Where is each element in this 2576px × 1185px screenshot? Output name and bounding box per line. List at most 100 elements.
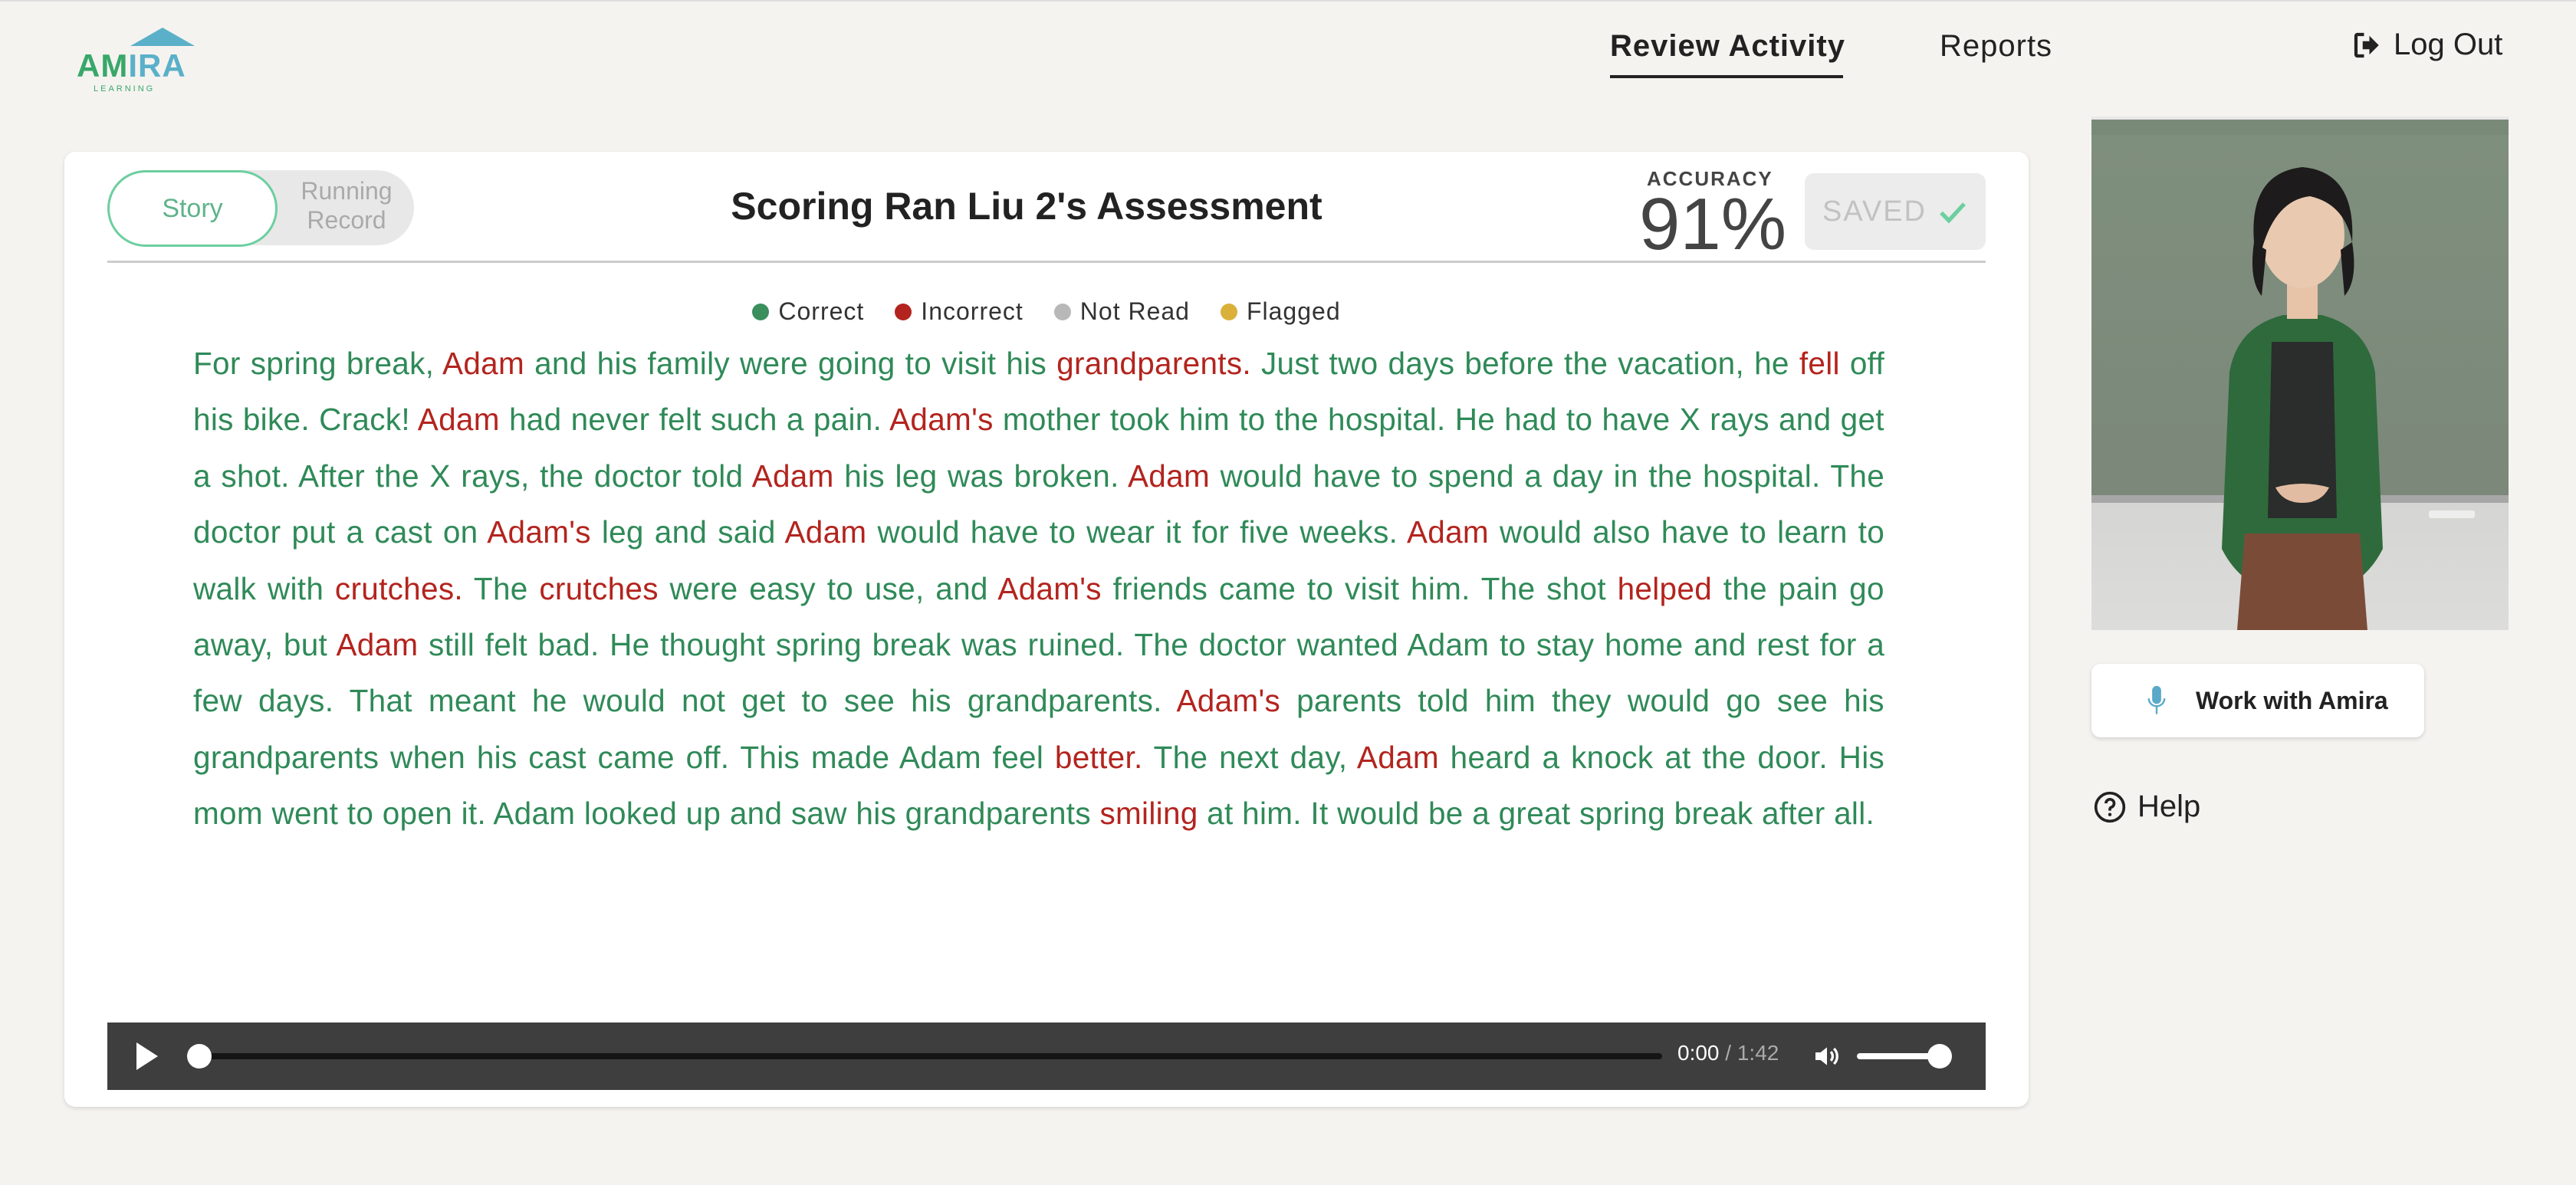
story-word[interactable]: him (1485, 683, 1536, 718)
story-word[interactable]: to (1239, 402, 1265, 437)
story-word[interactable]: before (1464, 346, 1554, 381)
story-word[interactable]: wanted (1297, 627, 1398, 662)
story-word[interactable]: a (193, 458, 211, 494)
story-word[interactable]: to (1500, 627, 1526, 662)
story-word[interactable]: X (429, 458, 450, 494)
story-word[interactable]: Adam (1407, 514, 1489, 550)
story-word[interactable]: away, (193, 627, 273, 662)
story-word[interactable]: have (971, 514, 1039, 550)
story-word[interactable]: heard (1451, 740, 1531, 775)
story-word[interactable]: in (1614, 458, 1638, 494)
story-word[interactable]: have (1602, 402, 1670, 437)
amira-logo[interactable]: AMIRA LEARNING (77, 28, 207, 94)
story-word[interactable]: going (818, 346, 895, 381)
story-word[interactable]: shot. (221, 458, 289, 494)
story-word[interactable]: on (443, 514, 478, 550)
story-word[interactable]: told (1418, 683, 1469, 718)
story-word[interactable]: Adam (336, 627, 418, 662)
story-word[interactable]: bike. (243, 402, 310, 437)
story-word[interactable]: he (1754, 346, 1789, 381)
story-word[interactable]: with (268, 571, 324, 606)
audio-seek-bar[interactable] (187, 1044, 1662, 1068)
story-word[interactable]: Adam (442, 346, 524, 381)
story-word[interactable]: had (509, 402, 561, 437)
story-word[interactable]: spring (251, 346, 337, 381)
story-word[interactable]: was (948, 458, 1004, 494)
story-word[interactable]: break (872, 627, 951, 662)
story-word[interactable]: Adam's (889, 402, 994, 437)
story-word[interactable]: doctor (193, 514, 281, 550)
story-word[interactable]: looked (584, 796, 677, 831)
story-word[interactable]: After (298, 458, 365, 494)
saved-button[interactable]: SAVED (1805, 173, 1986, 250)
story-word[interactable]: doctor (1199, 627, 1286, 662)
story-word[interactable]: the (1702, 740, 1746, 775)
story-word[interactable]: Adam's (1176, 683, 1280, 718)
story-word[interactable]: days. (258, 683, 334, 718)
story-word[interactable]: Crack! (319, 402, 410, 437)
story-word[interactable]: put (291, 514, 335, 550)
story-word[interactable]: off (1850, 346, 1884, 381)
story-word[interactable]: to (1566, 402, 1592, 437)
story-word[interactable]: had (1504, 402, 1556, 437)
story-word[interactable]: thought (660, 627, 765, 662)
story-word[interactable]: smiling (1099, 796, 1198, 831)
story-word[interactable]: leg (602, 514, 644, 550)
story-word[interactable]: it (1165, 514, 1181, 550)
story-word[interactable]: it. (462, 796, 486, 831)
story-word[interactable]: the (376, 458, 419, 494)
help-link[interactable]: Help (2093, 789, 2200, 824)
story-word[interactable]: such (711, 402, 777, 437)
story-word[interactable]: visit (1345, 571, 1399, 606)
story-word[interactable]: and (1779, 402, 1831, 437)
story-word[interactable]: and (534, 346, 586, 381)
story-word[interactable]: Adam's (487, 514, 591, 550)
story-word[interactable]: Adam's (997, 571, 1102, 606)
story-word[interactable]: would (1337, 796, 1419, 831)
story-word[interactable]: would (1221, 458, 1303, 494)
story-word[interactable]: saw (791, 796, 847, 831)
story-word[interactable]: next (1219, 740, 1279, 775)
story-word[interactable]: a (787, 402, 804, 437)
story-word[interactable]: would (1500, 514, 1582, 550)
story-word[interactable]: walk (193, 571, 256, 606)
story-word[interactable]: a (1524, 458, 1542, 494)
story-word[interactable]: they (1552, 683, 1612, 718)
story-word[interactable]: to (1858, 514, 1884, 550)
volume-slider[interactable] (1857, 1044, 1952, 1068)
story-word[interactable]: days (1388, 346, 1455, 381)
story-word[interactable]: day (1552, 458, 1603, 494)
story-word[interactable]: few (193, 683, 242, 718)
story-word[interactable]: hospital. (1703, 458, 1821, 494)
story-word[interactable]: open (383, 796, 452, 831)
story-word[interactable]: to (1307, 571, 1333, 606)
story-word[interactable]: day, (1290, 740, 1348, 775)
story-word[interactable]: would (877, 514, 959, 550)
story-word[interactable]: pain. (813, 402, 882, 437)
story-word[interactable]: felt (659, 402, 702, 437)
story-word[interactable]: came (598, 740, 675, 775)
story-word[interactable]: The (474, 571, 528, 606)
story-word[interactable]: It (1310, 796, 1328, 831)
story-word[interactable]: when (390, 740, 465, 775)
story-word[interactable]: to (905, 346, 932, 381)
story-word[interactable]: him (1179, 402, 1230, 437)
story-word[interactable]: would (1628, 683, 1710, 718)
story-word[interactable]: hospital. (1328, 402, 1446, 437)
story-word[interactable]: would (583, 683, 665, 718)
story-word[interactable]: the (540, 458, 583, 494)
story-word[interactable]: Adam (1407, 627, 1489, 662)
story-word[interactable]: door. (1757, 740, 1828, 775)
story-word[interactable]: wear (1086, 514, 1155, 550)
story-word[interactable]: came (1219, 571, 1296, 606)
story-word[interactable]: fell (1799, 346, 1840, 381)
story-word[interactable]: said (718, 514, 776, 550)
story-word[interactable]: This (740, 740, 800, 775)
story-word[interactable]: crutches (539, 571, 658, 606)
story-word[interactable]: use, (865, 571, 925, 606)
story-word[interactable]: five (1240, 514, 1289, 550)
story-word[interactable]: He (1455, 402, 1495, 437)
story-word[interactable]: Adam (1128, 458, 1210, 494)
story-word[interactable]: told (692, 458, 744, 494)
story-word[interactable]: his (193, 402, 234, 437)
